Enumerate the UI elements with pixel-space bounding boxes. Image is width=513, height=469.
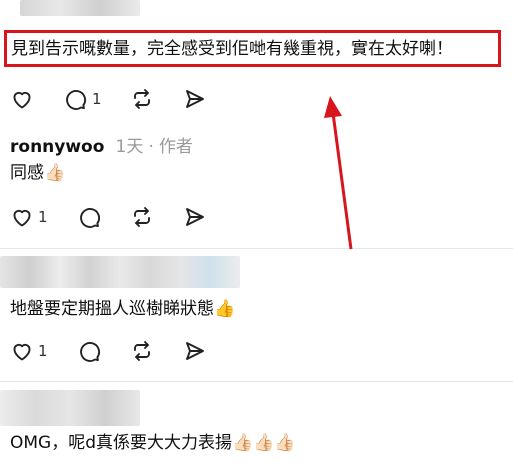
annotation-arrow: [324, 96, 353, 250]
